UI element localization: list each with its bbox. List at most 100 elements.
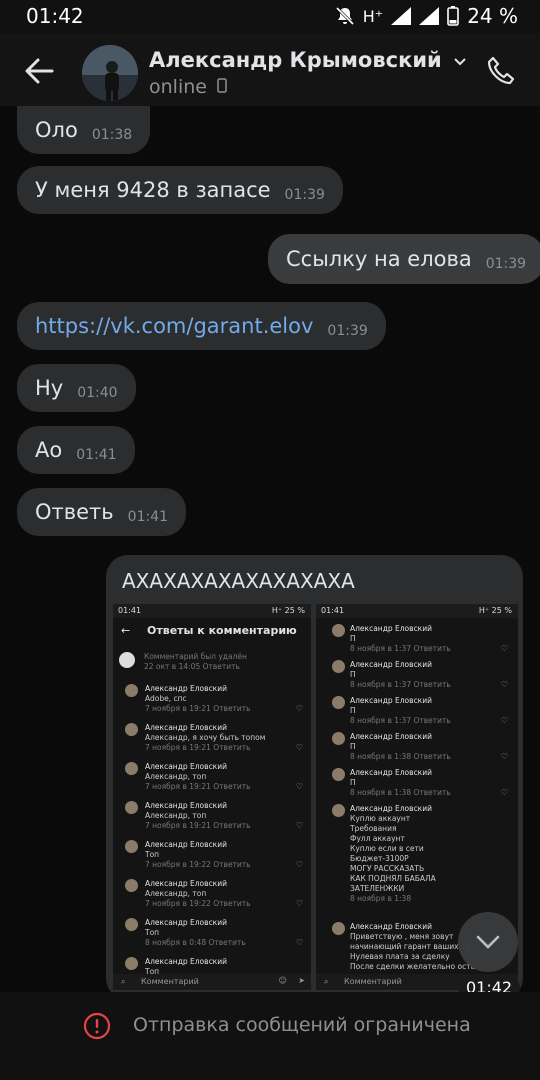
shot-post-line: Куплю если в сети — [350, 844, 424, 853]
message-bubble[interactable]: Ответь 01:41 — [17, 488, 187, 536]
shot-author: Александр Еловский — [350, 922, 432, 931]
heart-icon[interactable]: ♡ — [296, 938, 303, 947]
shot-comment-date: 7 ноября в 19:21 Ответить — [145, 704, 251, 713]
shot-deleted-avatar — [119, 652, 135, 668]
restricted-text: Отправка сообщений ограничена — [133, 1014, 471, 1036]
message-bubble[interactable]: У меня 9428 в запасе 01:39 — [17, 166, 343, 214]
message-text: Ао — [35, 438, 63, 462]
shot-post-line: Фулл аккаунт — [350, 834, 405, 843]
mute-icon — [335, 6, 354, 26]
shot-comment-author: Александр Еловский — [145, 762, 227, 771]
shot-avatar — [125, 801, 138, 814]
heart-icon[interactable]: ♡ — [296, 860, 303, 869]
shot-comment-date: 7 ноября в 19:21 Ответить — [145, 821, 251, 830]
heart-icon[interactable]: ♡ — [501, 752, 508, 761]
shot-post-line: Нулевая плата за сделку — [350, 952, 450, 961]
shot-avatar — [125, 957, 138, 970]
shot-post-line: После сделки желательно оста — [350, 962, 476, 971]
shot-post-line: начинающий гарант ваших сд — [350, 942, 471, 951]
contact-name-text: Александр Крымовский — [149, 48, 442, 72]
shot-comment: Александр Еловский П 8 ноября в 1:37 Ответ… — [350, 624, 451, 653]
shot-title: Ответы к комментарию — [147, 624, 297, 637]
shot-comment-date: 8 ноября в 0:48 Ответить — [145, 938, 246, 947]
message-time: 01:38 — [91, 127, 133, 143]
status-time: 01:42 — [26, 4, 84, 28]
shot-post-line: КАК ПОДНЯЛ БАБАЛА — [350, 874, 436, 883]
shot-post-line: Приветствую , меня зовут — [350, 932, 454, 941]
message-text: Оло — [35, 118, 78, 142]
status-icons: H⁺ 24 % — [335, 4, 518, 28]
message-text: Ну — [35, 376, 64, 400]
shot-comment-text: Александр, я хочу быть топом — [145, 733, 266, 742]
shot-comment: Александр Еловский П 8 ноября в 1:38 Ответ… — [350, 732, 451, 761]
shot-comment-date: 7 ноября в 19:22 Ответить — [145, 860, 251, 869]
shot-comment-text: Александр, топ — [145, 811, 207, 820]
shot-avatar — [332, 660, 345, 673]
shot-comment-author: Александр Еловский — [145, 957, 227, 966]
contact-status-text: online — [149, 76, 207, 98]
shot-comment-text: Adobe, спс — [145, 694, 187, 703]
heart-icon[interactable]: ♡ — [296, 704, 303, 713]
heart-icon[interactable]: ♡ — [501, 788, 508, 797]
attached-screenshot-left[interactable]: 01:41 H⁺ 25 % ← Ответы к комментарию Ком… — [113, 604, 311, 990]
message-link[interactable]: https://vk.com/garant.elov — [35, 314, 313, 338]
shot-comment-author: Александр Еловский — [145, 723, 227, 732]
message-text: Ответь — [35, 500, 114, 524]
message-time: 01:41 — [76, 447, 117, 463]
shot-long-post: Куплю аккаунт Требования Фулл аккаунт Куплю… — [350, 814, 436, 904]
scroll-down-button[interactable] — [458, 912, 518, 972]
signal-icon — [391, 7, 412, 25]
battery-level: 24 % — [467, 4, 518, 28]
heart-icon[interactable]: ♡ — [501, 644, 508, 653]
shot-deleted-text: Комментарий был удалён — [144, 652, 247, 661]
shot-comment: Александр Еловский П 8 ноября в 1:37 Ответ… — [350, 660, 451, 689]
shot-avatar — [125, 762, 138, 775]
heart-icon[interactable]: ♡ — [296, 782, 303, 791]
back-arrow-icon[interactable] — [22, 56, 56, 86]
shot-reply: Ответить — [202, 662, 240, 671]
shot-input-placeholder: Комментарий — [141, 977, 199, 986]
shot-status-time: 01:41 — [321, 606, 345, 615]
avatar[interactable] — [82, 45, 138, 101]
heart-icon[interactable]: ♡ — [501, 716, 508, 725]
shot-comment-author: Александр Еловский — [145, 879, 227, 888]
heart-icon[interactable]: ♡ — [296, 821, 303, 830]
shot-avatar — [332, 804, 345, 817]
message-bubble[interactable]: Ао 01:41 — [17, 426, 135, 474]
warning-icon — [83, 1012, 111, 1040]
shot-status-right: H⁺ 25 % — [271, 606, 305, 615]
shot-avatar — [332, 732, 345, 745]
shot-status-bar: 01:41 H⁺ 25 % — [316, 604, 518, 618]
shot-avatar — [125, 879, 138, 892]
shot-comment-text: Топ — [145, 850, 160, 859]
shot-post-line: Требования — [350, 824, 397, 833]
contact-name[interactable]: Александр Крымовский — [149, 48, 467, 72]
chevron-down-icon — [454, 58, 466, 66]
signal-icon-2 — [419, 7, 440, 25]
message-bubble[interactable]: Ну 01:40 — [17, 364, 136, 412]
shot-avatar — [332, 768, 345, 781]
shot-avatar — [332, 696, 345, 709]
heart-icon[interactable]: ♡ — [296, 743, 303, 752]
shot-status-right: H⁺ 25 % — [478, 606, 512, 615]
shot-comment-date: 7 ноября в 19:21 Ответить — [145, 743, 251, 752]
mobile-icon — [217, 78, 227, 93]
message-bubble-outgoing[interactable]: Ссылку на елова 01:39 — [268, 234, 540, 284]
shot-comment: Александр Еловский П 8 ноября в 1:38 Ответ… — [350, 768, 451, 797]
shot-avatar — [332, 624, 345, 637]
message-text: Ссылку на елова — [286, 247, 472, 271]
shot-post-line: МОГУ РАССКАЗАТЬ — [350, 864, 425, 873]
shot-post-date: 8 ноября в 1:38 — [350, 894, 412, 903]
heart-icon[interactable]: ♡ — [501, 680, 508, 689]
message-bubble[interactable]: Оло 01:38 — [17, 106, 151, 154]
message-bubble[interactable]: https://vk.com/garant.elov 01:39 — [17, 302, 386, 350]
shot-comment-text: Александр, топ — [145, 772, 207, 781]
shot-avatar — [125, 723, 138, 736]
phone-icon[interactable] — [484, 54, 518, 88]
shot-back-icon: ← — [121, 624, 131, 637]
message-time: 01:39 — [485, 256, 527, 272]
shot-comment-author: Александр Еловский — [145, 840, 227, 849]
restricted-bar — [0, 992, 540, 1080]
shot-comment-author: Александр Еловский — [145, 918, 227, 927]
heart-icon[interactable]: ♡ — [296, 899, 303, 908]
